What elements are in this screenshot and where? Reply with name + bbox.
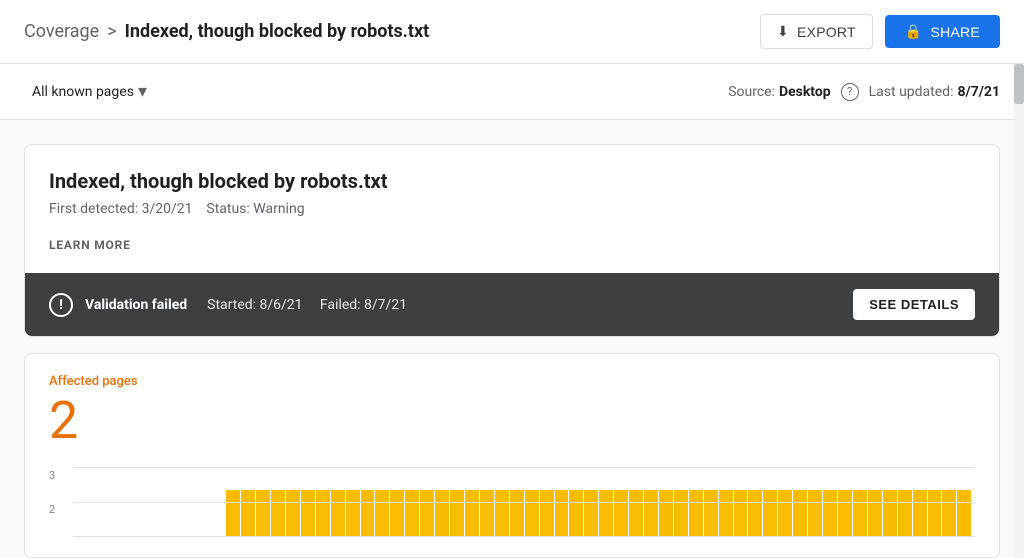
chart-bar	[957, 490, 971, 536]
breadcrumb-parent[interactable]: Coverage	[24, 21, 99, 42]
chart-bar	[331, 490, 345, 536]
chart-bar	[913, 490, 927, 536]
toolbar-meta: Source: Desktop ? Last updated: 8/7/21	[728, 83, 1000, 101]
chart-bar	[823, 490, 837, 536]
chart-bar	[241, 490, 255, 536]
chart-bar	[704, 490, 718, 536]
breadcrumb: Coverage > Indexed, though blocked by ro…	[24, 21, 429, 42]
warning-icon: !	[49, 293, 73, 317]
chart-bar	[868, 490, 882, 536]
filter-label: All known pages	[32, 84, 134, 100]
chart-bar	[778, 490, 792, 536]
header-actions: ⬇ EXPORT 🔒 SHARE	[760, 14, 1000, 49]
chart-bar	[569, 490, 583, 536]
chart-bar	[555, 490, 569, 536]
header: Coverage > Indexed, though blocked by ro…	[0, 0, 1024, 64]
chevron-down-icon: ▾	[138, 81, 147, 102]
chart-bar	[465, 490, 479, 536]
chart-bar	[540, 490, 554, 536]
share-button[interactable]: 🔒 SHARE	[885, 15, 1000, 48]
first-detected: First detected: 3/20/21	[49, 201, 192, 217]
chart-bar	[525, 490, 539, 536]
export-icon: ⬇	[777, 23, 789, 40]
chart-bar	[659, 490, 673, 536]
source-prefix: Source:	[728, 84, 775, 100]
chart-bar	[375, 490, 389, 536]
chart-bar	[480, 490, 494, 536]
lock-icon: 🔒	[905, 23, 923, 40]
chart-bar	[286, 490, 300, 536]
chart-bar	[420, 490, 434, 536]
chart-bar	[898, 490, 912, 536]
toolbar: All known pages ▾ Source: Desktop ? Last…	[0, 64, 1024, 120]
chart-bar	[853, 490, 867, 536]
chart-bar	[719, 490, 733, 536]
chart-bar	[674, 490, 688, 536]
source-value: Desktop	[779, 84, 831, 100]
chart-bar	[226, 490, 240, 536]
chart-bar	[316, 490, 330, 536]
chart-bar	[928, 490, 942, 536]
chart-bar	[644, 490, 658, 536]
chart-bar	[793, 490, 807, 536]
y-label-2: 2	[49, 503, 55, 516]
chart-bar	[689, 490, 703, 536]
affected-label: Affected pages	[49, 374, 975, 389]
chart-bar	[495, 490, 509, 536]
last-updated-prefix: Last updated:	[869, 84, 954, 100]
see-details-button[interactable]: SEE DETAILS	[853, 289, 975, 320]
card-title: Indexed, though blocked by robots.txt	[49, 169, 975, 193]
chart-bar	[599, 490, 613, 536]
card-meta: First detected: 3/20/21 Status: Warning	[49, 201, 975, 217]
chart-bar	[614, 490, 628, 536]
chart-bar	[838, 490, 852, 536]
chart-bar	[629, 490, 643, 536]
export-label: EXPORT	[797, 24, 856, 40]
y-label-3: 3	[49, 469, 55, 482]
chart-bar	[271, 490, 285, 536]
help-icon[interactable]: ?	[841, 83, 859, 101]
validation-banner: ! Validation failed Started: 8/6/21 Fail…	[25, 273, 999, 336]
card-body: Indexed, though blocked by robots.txt Fi…	[25, 145, 999, 273]
chart-bar	[883, 490, 897, 536]
chart-bar	[808, 490, 822, 536]
affected-pages-section: Affected pages 2 3 2	[24, 353, 1000, 558]
scrollbar[interactable]	[1014, 120, 1024, 558]
breadcrumb-separator: >	[107, 21, 116, 42]
learn-more-link[interactable]: LEARN MORE	[49, 238, 131, 252]
chart-bar	[346, 490, 360, 536]
affected-count: 2	[49, 395, 975, 447]
validation-title: Validation failed	[85, 297, 187, 313]
chart-bar	[510, 490, 524, 536]
chart-bar	[435, 490, 449, 536]
chart-bar	[584, 490, 598, 536]
breadcrumb-current: Indexed, though blocked by robots.txt	[125, 21, 430, 42]
issue-card: Indexed, though blocked by robots.txt Fi…	[24, 144, 1000, 337]
status: Status: Warning	[206, 201, 304, 217]
chart-bar	[256, 490, 270, 536]
chart-bar	[763, 490, 777, 536]
chart-bar	[361, 490, 375, 536]
validation-left: ! Validation failed Started: 8/6/21 Fail…	[49, 293, 407, 317]
chart-bar	[450, 490, 464, 536]
chart-bar	[734, 490, 748, 536]
share-label: SHARE	[931, 24, 980, 40]
chart-bar	[390, 490, 404, 536]
validation-started: Started: 8/6/21 Failed: 8/7/21	[207, 297, 407, 313]
chart-bar	[942, 490, 956, 536]
chart-bar	[301, 490, 315, 536]
chart-bar	[405, 490, 419, 536]
export-button[interactable]: ⬇ EXPORT	[760, 14, 873, 49]
last-updated-value: 8/7/21	[957, 84, 1000, 100]
main-content: Indexed, though blocked by robots.txt Fi…	[0, 120, 1024, 558]
filter-dropdown[interactable]: All known pages ▾	[24, 75, 155, 108]
chart-bar	[748, 490, 762, 536]
